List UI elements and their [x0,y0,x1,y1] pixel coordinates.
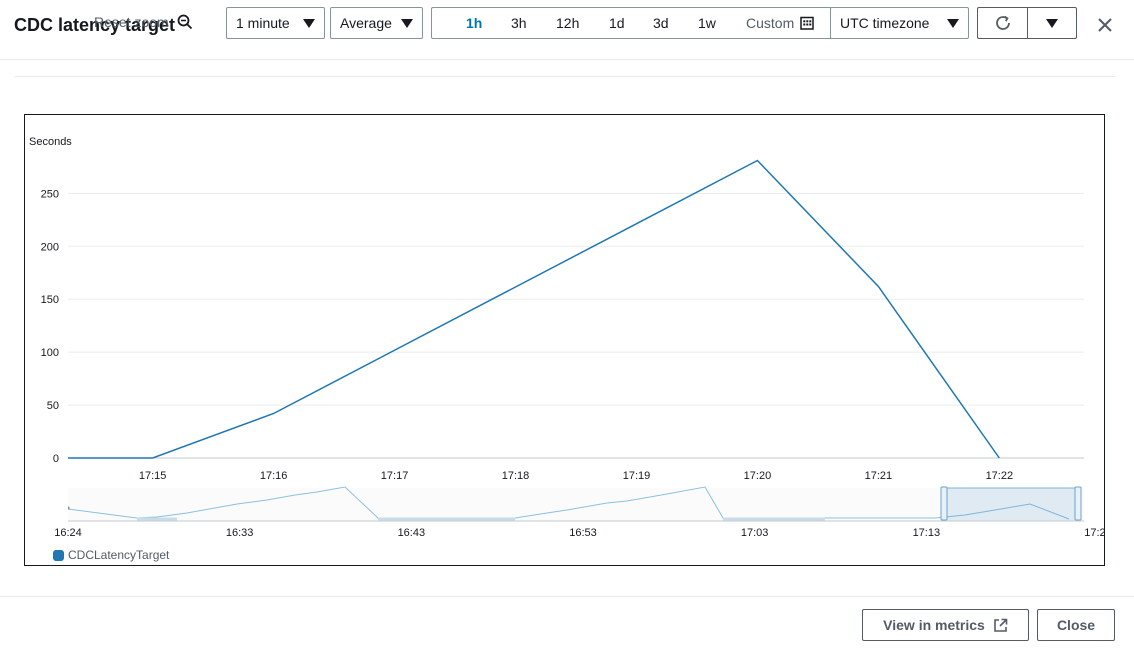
header-divider [0,59,1134,60]
x-axis-ticks: 17:15 17:16 17:17 17:18 17:19 17:20 17:21 17:22 [139,470,1013,482]
y-tick-label: 0 [53,453,59,465]
y-tick-label: 150 [41,294,59,306]
range-3d-button[interactable]: 3d [653,15,669,31]
x-tick-label: 17:21 [865,470,893,482]
custom-range-label: Custom [746,15,795,31]
overview-x-axis-ticks: 16:24 16:33 16:43 16:53 17:03 17:13 17:23 [54,527,1104,539]
refresh-options-dropdown[interactable] [1027,7,1077,39]
close-button-label: Close [1056,617,1096,633]
overview-x-tick-label: 17:03 [741,527,769,539]
close-button[interactable]: Close [1037,609,1115,641]
x-tick-label: 17:22 [986,470,1014,482]
close-icon[interactable] [1096,16,1114,34]
x-tick-label: 17:19 [623,470,651,482]
range-12h-button[interactable]: 12h [556,15,579,31]
x-tick-label: 17:20 [744,470,772,482]
caret-down-icon [947,19,959,28]
y-tick-label: 50 [47,400,59,412]
overview-left-handle[interactable] [940,486,948,521]
x-tick-label: 17:18 [502,470,530,482]
metric-chart: Seconds 0 50 100 150 200 250 17:15 17:16 17:17 1… [24,114,1105,566]
overview-selection[interactable] [942,487,1080,522]
caret-down-icon [303,19,315,28]
legend-label: CDCLatencyTarget [68,548,170,562]
timezone-select-value: UTC timezone [840,15,930,31]
reset-zoom-button[interactable]: Reset zoom [94,14,193,30]
caret-down-icon [1046,18,1058,28]
x-tick-label: 17:16 [260,470,288,482]
line-chart-svg: Seconds 050100150200250 17:15 17:16 17:17 1… [29,136,1104,539]
range-1h-button[interactable]: 1h [466,15,482,31]
overview-x-tick-label: 16:53 [569,527,597,539]
y-axis-label: Seconds [29,136,72,148]
custom-range-button[interactable]: Custom [746,15,814,31]
refresh-icon [995,15,1010,30]
range-1w-button[interactable]: 1w [698,15,716,31]
range-1d-button[interactable]: 1d [609,15,625,31]
overview-x-tick-label: 17:13 [913,527,941,539]
overview-x-tick-label: 16:24 [54,527,82,539]
y-axis-ticks: 0 50 100 150 200 250 [41,188,59,465]
range-3h-button[interactable]: 3h [511,15,527,31]
statistic-select[interactable]: Average [330,7,423,39]
chart-legend[interactable]: CDCLatencyTarget [53,548,169,562]
refresh-button[interactable] [977,7,1027,39]
time-range-group: 1h 3h 12h 1d 3d 1w Custom [431,7,831,39]
modal-header: CDC latency target Reset zoom 1 minute A… [0,0,1134,60]
overview-x-tick-label: 17:23 [1084,527,1104,539]
view-in-metrics-label: View in metrics [883,617,985,633]
overview-x-tick-label: 16:43 [398,527,426,539]
caret-down-icon [401,19,413,28]
overview-right-handle[interactable] [1074,486,1082,521]
timezone-select[interactable]: UTC timezone [830,7,969,39]
y-tick-label: 200 [41,241,59,253]
y-tick-label: 250 [41,188,59,200]
chart-grid [68,192,1084,459]
x-tick-label: 17:15 [139,470,167,482]
zoom-out-icon [177,14,192,30]
period-select[interactable]: 1 minute [226,7,325,39]
statistic-select-value: Average [340,15,392,31]
overview-x-tick-label: 16:33 [226,527,254,539]
x-tick-label: 17:17 [381,470,409,482]
y-tick-label: 100 [41,347,59,359]
external-link-icon [994,618,1008,632]
footer-divider [0,596,1134,597]
overview-background [68,488,1084,521]
series-line-cdclatencytarget [68,159,1000,459]
legend-swatch [53,549,64,561]
calendar-icon [800,16,814,30]
content-divider [14,76,1115,77]
view-in-metrics-button[interactable]: View in metrics [862,609,1029,641]
reset-zoom-label: Reset zoom [94,14,169,30]
overview-navigator[interactable] [67,486,1084,522]
period-select-value: 1 minute [236,15,290,31]
